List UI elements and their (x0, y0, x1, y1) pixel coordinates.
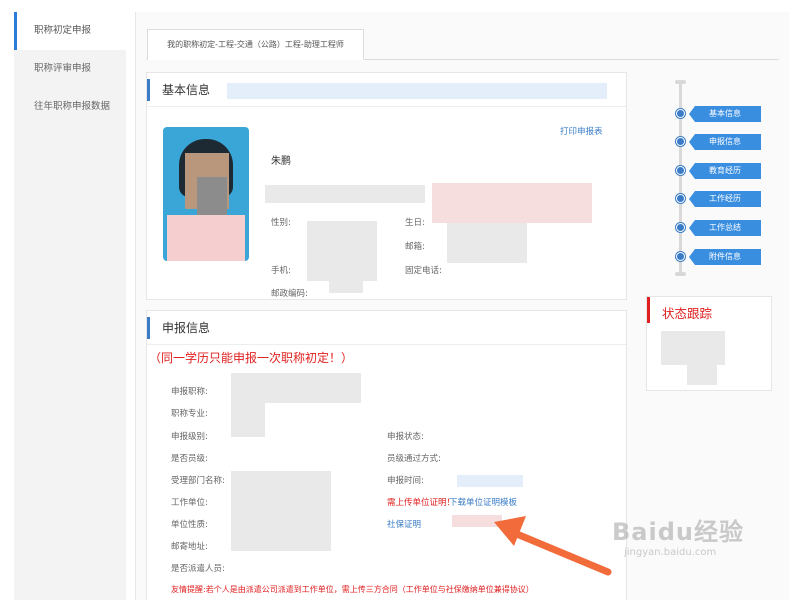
step-label[interactable]: 基本信息 (689, 106, 761, 122)
redacted-block (457, 475, 523, 487)
label-staff-method: 员级通过方式: (387, 454, 441, 464)
label-major: 职称专业: (171, 409, 208, 419)
check-icon (676, 109, 685, 118)
sidebar-item-review-apply[interactable]: 职称评审申报 (14, 50, 126, 88)
social-security-link[interactable]: 社保证明 (387, 518, 421, 530)
user-name: 朱鹏 (271, 156, 291, 167)
label-is-staff: 是否员级: (171, 454, 208, 464)
label-mobile: 手机: (271, 266, 291, 276)
watermark-url: jingyan.baidu.com (624, 547, 717, 558)
annotation-arrow-icon (494, 516, 612, 576)
label-phone: 固定电话: (405, 266, 442, 276)
watermark-brand: Baidu经验 (612, 518, 744, 546)
check-icon (676, 252, 685, 261)
label-postcode: 邮政编码: (271, 289, 308, 299)
label-level: 申报级别: (171, 432, 208, 442)
label-birth: 生日: (405, 218, 425, 228)
section-accent-bar (147, 317, 150, 339)
basic-info-card: 基本信息 打印申报表 朱鹏 性别: 生日: 邮箱: 手机: 固定电话: 邮政编码… (146, 72, 627, 300)
label-title-applied: 申报职称: (171, 387, 208, 397)
label-gender: 性别: (271, 218, 291, 228)
status-accent-bar (647, 297, 650, 323)
label-dispatched: 是否派遣人员: (171, 564, 225, 574)
status-tracking-title: 状态跟踪 (662, 306, 713, 321)
sidebar-item-history[interactable]: 往年职称申报数据 (14, 88, 126, 126)
single-apply-warning: （同一学历只能申报一次职称初定！） (149, 351, 354, 365)
basic-info-title: 基本信息 (162, 83, 211, 97)
redacted-block (432, 183, 592, 223)
check-icon (676, 223, 685, 232)
step-label[interactable]: 工作总结 (689, 220, 761, 236)
redacted-block (231, 471, 331, 551)
sidebar-item-initial-apply[interactable]: 职称初定申报 (14, 12, 126, 50)
step-label[interactable]: 申报信息 (689, 134, 761, 150)
redacted-block (687, 363, 717, 385)
check-icon (676, 194, 685, 203)
apply-info-title: 申报信息 (162, 321, 211, 335)
basic-info-header: 基本信息 (147, 73, 626, 107)
status-tracking-card: 状态跟踪 (646, 296, 772, 391)
label-dept: 受理部门名称: (171, 476, 225, 486)
redacted-block (661, 331, 725, 365)
sidebar: 职称初定申报 职称评审申报 往年职称申报数据 (14, 12, 126, 600)
avatar (163, 127, 249, 261)
label-unit-nature: 单位性质: (171, 520, 208, 530)
apply-info-header: 申报信息 (147, 311, 626, 345)
upload-required-notice: 需上传单位证明！ (387, 498, 456, 508)
label-email: 邮箱: (405, 242, 425, 252)
redacted-block (447, 223, 527, 263)
redacted-block (265, 185, 425, 203)
baidu-watermark: Baidu经验 jingyan.baidu.com (612, 512, 744, 558)
check-icon (676, 166, 685, 175)
step-line-cap-bottom (675, 272, 686, 276)
redacted-block (329, 259, 363, 293)
section-accent-bar (147, 79, 150, 101)
label-time: 申报时间: (387, 476, 424, 486)
redacted-block (227, 83, 607, 99)
check-icon (676, 137, 685, 146)
print-form-link[interactable]: 打印申报表 (560, 125, 603, 137)
tab-my-initial-title[interactable]: 我的职称初定-工程-交通（公路）工程-助理工程师 (147, 29, 364, 60)
label-status: 申报状态: (387, 432, 424, 442)
redacted-block (231, 373, 361, 403)
step-label[interactable]: 工作经历 (689, 191, 761, 207)
label-address: 邮寄地址: (171, 542, 208, 552)
step-label[interactable]: 教育经历 (689, 163, 761, 179)
step-label[interactable]: 附件信息 (689, 249, 761, 265)
label-employer: 工作单位: (171, 498, 208, 508)
redacted-block (231, 403, 265, 437)
